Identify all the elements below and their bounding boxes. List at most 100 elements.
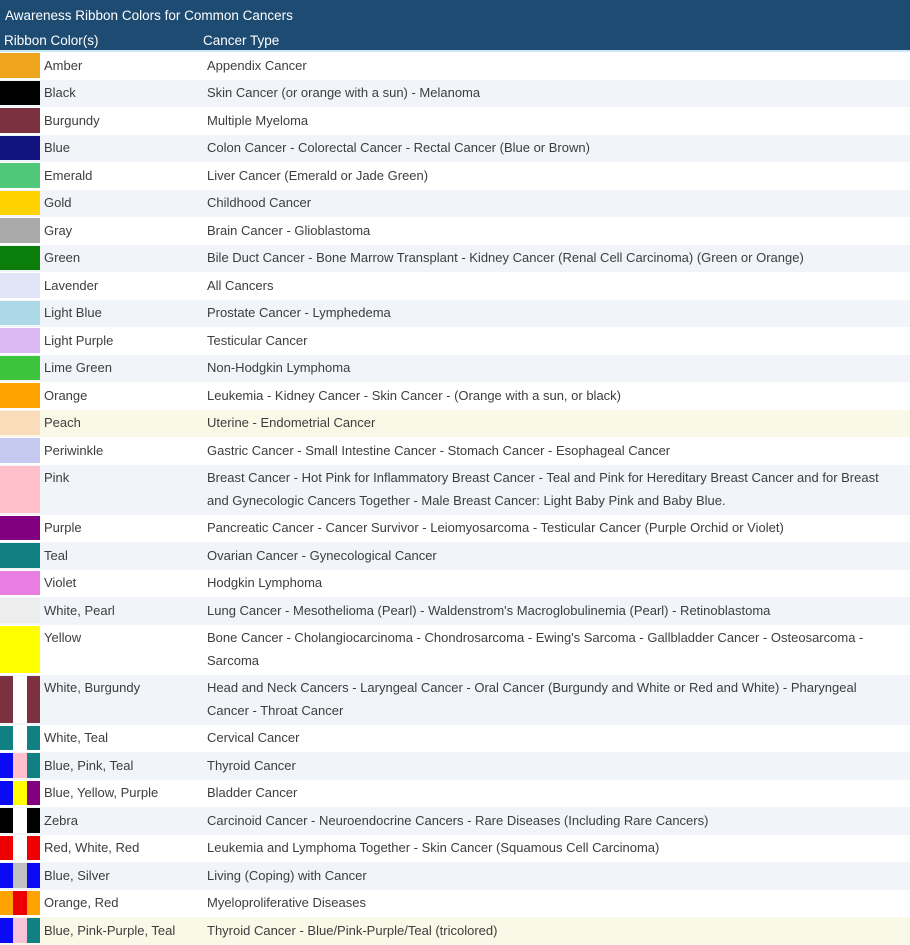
table-row: Purple Pancreatic Cancer - Cancer Surviv… [0,515,910,543]
ribbon-swatch-stripe [0,753,13,778]
ribbon-color-name: Lavender [44,272,207,300]
ribbon-color-swatch [0,81,40,106]
ribbon-swatch-stripe [27,918,40,943]
ribbon-swatch-stripe [27,781,40,806]
cancer-type-text: Appendix Cancer [207,52,910,80]
ribbon-color-swatch [0,676,40,723]
ribbon-swatch-stripe [13,726,26,751]
ribbon-color-swatch [0,918,40,943]
cancer-type-text: Head and Neck Cancers - Laryngeal Cancer… [207,675,910,725]
table-row: White, Pearl Lung Cancer - Mesothelioma … [0,597,910,625]
table-row: Red, White, Red Leukemia and Lymphoma To… [0,835,910,863]
ribbon-swatch-stripe [0,191,40,216]
ribbon-color-name: Purple [44,515,207,543]
ribbon-swatch-stripe [27,726,40,751]
ribbon-color-swatch [0,136,40,161]
ribbon-swatch-stripe [0,571,40,596]
ribbon-swatch-stripe [0,781,13,806]
table-row: Blue, Pink, Teal Thyroid Cancer [0,752,910,780]
ribbon-color-name: Emerald [44,162,207,190]
cancer-type-text: Breast Cancer - Hot Pink for Inflammator… [207,465,910,515]
table-row: Blue, Yellow, Purple Bladder Cancer [0,780,910,808]
ribbon-color-name: Gray [44,217,207,245]
table-row: Emerald Liver Cancer (Emerald or Jade Gr… [0,162,910,190]
cancer-type-text: Skin Cancer (or orange with a sun) - Mel… [207,80,910,108]
cancer-type-text: Brain Cancer - Glioblastoma [207,217,910,245]
cancer-type-text: Living (Coping) with Cancer [207,862,910,890]
column-header-ribbon-colors: Ribbon Color(s) [0,33,203,48]
ribbon-color-swatch [0,163,40,188]
ribbon-color-name: Red, White, Red [44,835,207,863]
ribbon-swatch-stripe [27,891,40,916]
table-row: Blue, Pink-Purple, Teal Thyroid Cancer -… [0,917,910,945]
cancer-type-text: Gastric Cancer - Small Intestine Cancer … [207,437,910,465]
table-row: Lavender All Cancers [0,272,910,300]
ribbon-color-name: Light Blue [44,300,207,328]
table-row: Burgundy Multiple Myeloma [0,107,910,135]
table-row: Orange, Red Myeloproliferative Diseases [0,890,910,918]
ribbon-swatch-stripe [0,411,40,436]
ribbon-swatch-stripe [0,328,40,353]
ribbon-swatch-stripe [27,863,40,888]
awareness-ribbon-table: Awareness Ribbon Colors for Common Cance… [0,0,910,945]
ribbon-color-name: Blue, Pink, Teal [44,752,207,780]
ribbon-color-name: Blue, Pink-Purple, Teal [44,917,207,945]
table-row: Gray Brain Cancer - Glioblastoma [0,217,910,245]
ribbon-color-name: Blue, Yellow, Purple [44,780,207,808]
ribbon-color-swatch [0,543,40,568]
table-row: Blue Colon Cancer - Colorectal Cancer - … [0,135,910,163]
ribbon-color-swatch [0,246,40,271]
ribbon-color-name: Teal [44,542,207,570]
ribbon-swatch-stripe [0,726,13,751]
ribbon-swatch-stripe [13,753,26,778]
ribbon-swatch-stripe [0,53,40,78]
ribbon-color-swatch [0,53,40,78]
cancer-type-text: Bladder Cancer [207,780,910,808]
cancer-type-text: Uterine - Endometrial Cancer [207,410,910,438]
ribbon-color-swatch [0,626,40,673]
ribbon-color-name: Light Purple [44,327,207,355]
table-row: Gold Childhood Cancer [0,190,910,218]
ribbon-swatch-stripe [13,891,26,916]
ribbon-swatch-stripe [0,273,40,298]
ribbon-swatch-stripe [13,781,26,806]
cancer-type-text: Ovarian Cancer - Gynecological Cancer [207,542,910,570]
ribbon-swatch-stripe [0,836,13,861]
ribbon-color-name: Orange [44,382,207,410]
ribbon-swatch-stripe [13,808,26,833]
ribbon-color-name: Orange, Red [44,890,207,918]
ribbon-color-swatch [0,781,40,806]
cancer-type-text: Thyroid Cancer [207,752,910,780]
ribbon-color-swatch [0,328,40,353]
ribbon-color-swatch [0,516,40,541]
ribbon-color-swatch [0,108,40,133]
ribbon-swatch-stripe [0,516,40,541]
ribbon-swatch-stripe [0,301,40,326]
ribbon-swatch-stripe [13,836,26,861]
table-row: Orange Leukemia - Kidney Cancer - Skin C… [0,382,910,410]
ribbon-swatch-stripe [0,808,13,833]
table-row: Amber Appendix Cancer [0,52,910,80]
cancer-type-text: Colon Cancer - Colorectal Cancer - Recta… [207,135,910,163]
ribbon-color-name: White, Pearl [44,597,207,625]
ribbon-color-name: White, Burgundy [44,675,207,725]
ribbon-color-swatch [0,598,40,623]
ribbon-color-name: Lime Green [44,355,207,383]
cancer-type-text: Multiple Myeloma [207,107,910,135]
cancer-type-text: Testicular Cancer [207,327,910,355]
ribbon-color-name: Gold [44,190,207,218]
table-row: Pink Breast Cancer - Hot Pink for Inflam… [0,465,910,515]
ribbon-swatch-stripe [0,108,40,133]
ribbon-color-swatch [0,836,40,861]
ribbon-swatch-stripe [0,383,40,408]
cancer-type-text: Bile Duct Cancer - Bone Marrow Transplan… [207,245,910,273]
ribbon-swatch-stripe [13,863,26,888]
ribbon-swatch-stripe [0,891,13,916]
ribbon-swatch-stripe [0,676,13,723]
ribbon-color-swatch [0,571,40,596]
table-row: Teal Ovarian Cancer - Gynecological Canc… [0,542,910,570]
table-row: Black Skin Cancer (or orange with a sun)… [0,80,910,108]
cancer-type-text: Cervical Cancer [207,725,910,753]
ribbon-color-swatch [0,808,40,833]
ribbon-swatch-stripe [0,218,40,243]
